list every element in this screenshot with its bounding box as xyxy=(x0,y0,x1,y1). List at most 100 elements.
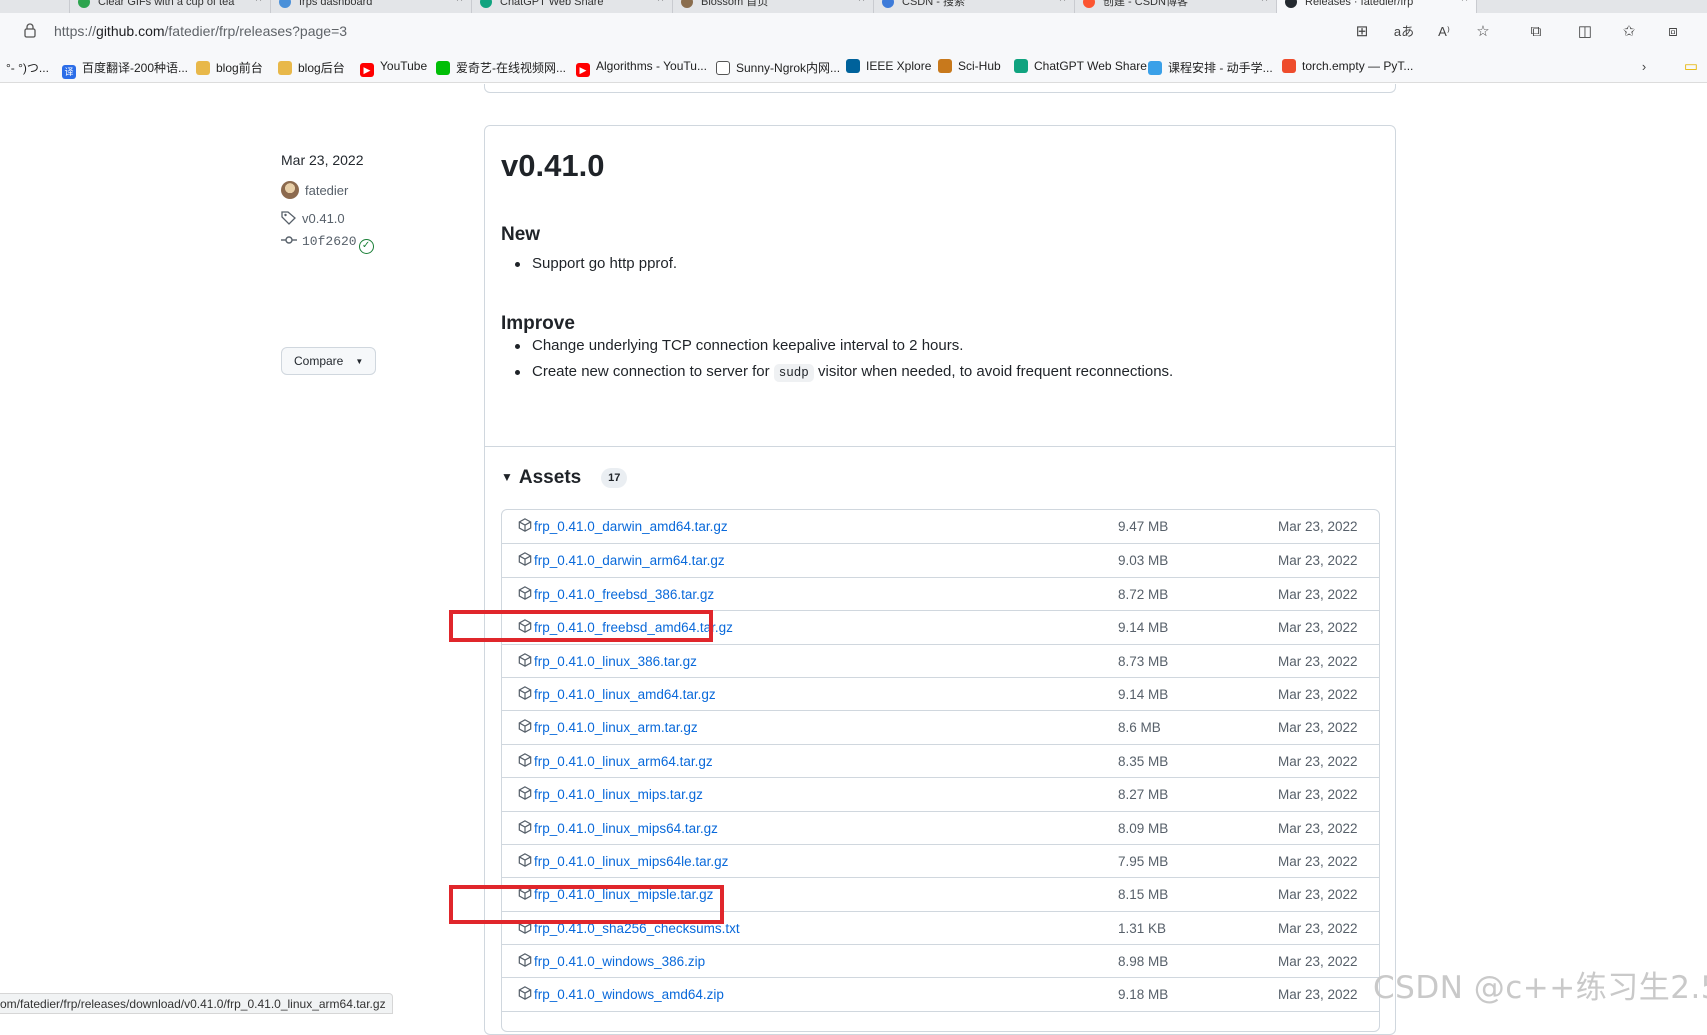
tab-label: CSDN - 搜索 xyxy=(902,0,965,8)
read-aloud-icon[interactable]: A⁾ xyxy=(1433,21,1455,43)
bookmark-item[interactable]: torch.empty — PyT... xyxy=(1282,59,1413,73)
bookmark-favicon-icon xyxy=(436,61,450,75)
bookmark-label: IEEE Xplore xyxy=(866,59,932,73)
favorites-icon[interactable]: ✩ xyxy=(1618,21,1640,43)
asset-size: 9.14 MB xyxy=(1118,686,1169,702)
bookmark-label: 爱奇艺-在线视频网... xyxy=(456,61,566,75)
asset-row: frp_0.41.0_freebsd_386.tar.gz 8.72 MB Mar … xyxy=(502,576,1379,610)
asset-download-link[interactable]: frp_0.41.0_linux_mips64le.tar.gz xyxy=(534,854,728,869)
bookmark-item[interactable]: 译百度翻译-200种语... xyxy=(62,59,188,79)
chevron-right-icon[interactable]: › xyxy=(1633,56,1655,78)
divider xyxy=(485,446,1395,447)
bookmark-item[interactable]: ChatGPT Web Share xyxy=(1014,59,1147,73)
bookmark-label: Sci-Hub xyxy=(958,59,1001,73)
bookmark-item[interactable]: 爱奇艺-在线视频网... xyxy=(436,59,566,76)
split-screen-icon[interactable]: ◫ xyxy=(1574,21,1596,43)
browser-tab[interactable]: ChatGPT Web Share× xyxy=(472,0,673,13)
package-icon xyxy=(518,719,532,734)
bookmark-item[interactable]: IEEE Xplore xyxy=(846,59,931,73)
url-field[interactable]: https://github.com/fatedier/frp/releases… xyxy=(54,23,347,39)
bookmark-favicon-icon: 译 xyxy=(62,65,76,79)
bookmark-favicon-icon xyxy=(938,59,952,73)
asset-download-link[interactable]: frp_0.41.0_linux_arm64.tar.gz xyxy=(534,754,713,769)
asset-date: Mar 23, 2022 xyxy=(1278,787,1358,803)
asset-download-link[interactable]: frp_0.41.0_linux_arm.tar.gz xyxy=(534,720,698,735)
browser-tab[interactable]: CSDN - 搜索× xyxy=(874,0,1075,13)
tag-row[interactable]: v0.41.0 xyxy=(281,211,345,226)
browser-tab[interactable]: Clear GIFs with a cup of tea× xyxy=(70,0,271,13)
bookmark-label: blog前台 xyxy=(216,61,263,75)
assets-toggle[interactable]: ▼ Assets 17 xyxy=(501,467,628,489)
bookmark-favicon-icon xyxy=(716,61,730,75)
asset-download-link[interactable]: frp_0.41.0_darwin_amd64.tar.gz xyxy=(534,519,728,534)
package-icon xyxy=(518,652,532,667)
asset-download-link[interactable]: frp_0.41.0_windows_386.zip xyxy=(534,954,705,969)
highlight-box-windows-amd64 xyxy=(449,885,724,924)
asset-row: frp_0.41.0_darwin_amd64.tar.gz 9.47 MB Mar… xyxy=(502,510,1379,543)
commit-row[interactable]: 10f2620 ✓ xyxy=(281,233,374,254)
extensions-icon[interactable]: ⧉ xyxy=(1525,21,1547,43)
author-row[interactable]: fatedier xyxy=(281,181,348,199)
asset-download-link[interactable]: frp_0.41.0_linux_386.tar.gz xyxy=(534,654,697,669)
inline-code: sudp xyxy=(773,364,814,382)
asset-date: Mar 23, 2022 xyxy=(1278,620,1358,636)
address-bar: https://github.com/fatedier/frp/releases… xyxy=(0,13,1707,51)
browser-tab[interactable]: Releases · fatedier/frp× xyxy=(1277,0,1477,13)
asset-size: 8.35 MB xyxy=(1118,753,1169,769)
heading-improve: Improve xyxy=(501,313,575,334)
package-icon xyxy=(518,585,532,600)
asset-size: 8.72 MB xyxy=(1118,586,1169,602)
bookmark-item[interactable]: blog后台 xyxy=(278,59,345,76)
collections-icon[interactable]: ⧈ xyxy=(1662,21,1684,43)
assets-count-badge: 17 xyxy=(601,468,628,488)
avatar xyxy=(281,181,299,199)
browser-tab[interactable]: 创建 - CSDN博客× xyxy=(1075,0,1277,13)
asset-download-link[interactable]: frp_0.41.0_darwin_arm64.tar.gz xyxy=(534,553,725,568)
package-icon xyxy=(518,986,532,1001)
release-title[interactable]: v0.41.0 xyxy=(501,148,604,184)
bookmark-item[interactable]: Sunny-Ngrok内网... xyxy=(716,59,840,76)
bookmark-favicon-icon xyxy=(196,61,210,75)
compare-button[interactable]: Compare ▼ xyxy=(281,347,376,375)
asset-row: frp_0.41.0_linux_386.tar.gz 8.73 MB Mar 23… xyxy=(502,643,1379,677)
tab-favicon-icon xyxy=(882,0,894,8)
asset-date: Mar 23, 2022 xyxy=(1278,853,1358,869)
bookmark-item[interactable]: Sci-Hub xyxy=(938,59,1001,73)
translate-icon[interactable]: aあ xyxy=(1393,21,1415,43)
package-icon xyxy=(518,518,532,532)
asset-download-link[interactable]: frp_0.41.0_linux_amd64.tar.gz xyxy=(534,687,716,702)
app-grid-icon[interactable]: ⊞ xyxy=(1351,21,1373,43)
asset-row: frp_0.41.0_windows_amd64.zip 9.18 MB Mar 2… xyxy=(502,977,1379,1010)
tab-actions[interactable] xyxy=(0,0,70,13)
asset-date: Mar 23, 2022 xyxy=(1278,519,1358,534)
bookmark-item[interactable]: blog前台 xyxy=(196,59,263,76)
bookmark-item[interactable]: ▶ Algorithms - YouTu... xyxy=(576,59,707,77)
asset-date: Mar 23, 2022 xyxy=(1278,686,1358,702)
tab-strip: Clear GIFs with a cup of tea×frps dashbo… xyxy=(0,0,1707,13)
browser-tab[interactable]: frps dashboard× xyxy=(271,0,472,13)
bookmark-item[interactable]: 课程安排 - 动手学... xyxy=(1148,59,1273,76)
bookmark-favicon-icon: ▶ xyxy=(360,63,374,77)
asset-row: frp_0.41.0_linux_mips64le.tar.gz 7.95 MB M… xyxy=(502,843,1379,877)
asset-download-link[interactable]: frp_0.41.0_freebsd_386.tar.gz xyxy=(534,587,714,602)
asset-size: 9.14 MB xyxy=(1118,620,1169,636)
folder-icon[interactable]: ▭ xyxy=(1680,56,1702,78)
asset-download-link[interactable]: frp_0.41.0_linux_mips.tar.gz xyxy=(534,787,703,802)
tab-favicon-icon xyxy=(480,0,492,8)
highlight-box-linux-amd64 xyxy=(449,610,713,642)
verified-check-icon: ✓ xyxy=(358,239,374,254)
asset-size: 8.15 MB xyxy=(1118,887,1169,903)
browser-tab[interactable]: Blossom 首页× xyxy=(673,0,874,13)
asset-date: Mar 23, 2022 xyxy=(1278,820,1358,836)
bookmark-item[interactable]: ▶ YouTube xyxy=(360,59,427,77)
triangle-down-icon: ▼ xyxy=(501,470,513,484)
bookmark-item[interactable]: °- °)つ... xyxy=(6,59,49,76)
bookmark-label: 课程安排 - 动手学... xyxy=(1168,61,1273,75)
asset-size: 8.27 MB xyxy=(1118,787,1169,803)
asset-download-link[interactable]: frp_0.41.0_linux_mips64.tar.gz xyxy=(534,821,718,836)
package-icon xyxy=(518,786,532,800)
asset-size: 1.31 KB xyxy=(1118,920,1167,936)
lock-icon[interactable] xyxy=(22,22,42,42)
asset-download-link[interactable]: frp_0.41.0_windows_amd64.zip xyxy=(534,987,724,1002)
favorite-star-icon[interactable]: ☆ xyxy=(1472,21,1494,43)
